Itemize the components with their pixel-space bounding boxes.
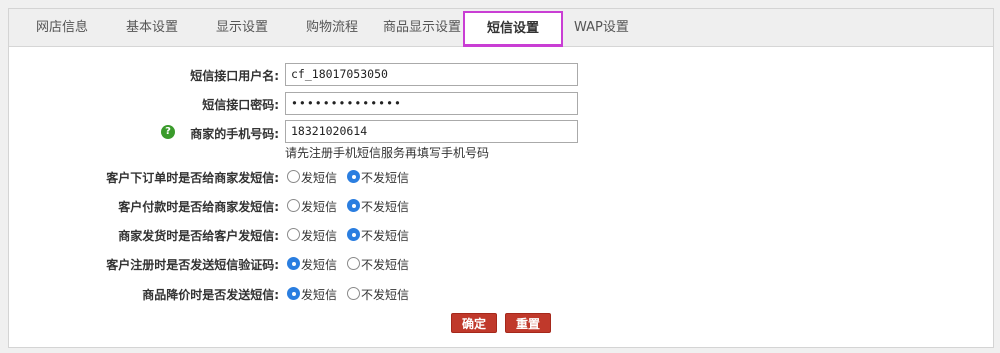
- radio-send-sms-label[interactable]: 发短信: [301, 286, 337, 303]
- tab-wap-settings[interactable]: WAP设置: [574, 9, 629, 47]
- radio-send-sms-label[interactable]: 发短信: [301, 227, 337, 244]
- radio-send-sms[interactable]: [287, 170, 300, 183]
- radio-no-sms-label[interactable]: 不发短信: [361, 227, 409, 244]
- radio-no-sms-label[interactable]: 不发短信: [361, 169, 409, 186]
- tab-shopping-flow[interactable]: 购物流程: [306, 9, 358, 47]
- sms-option-label: 客户注册时是否发送短信验证码:: [106, 258, 279, 272]
- radio-no-sms[interactable]: [347, 199, 360, 212]
- sms-password-input[interactable]: ••••••••••••••: [285, 92, 578, 115]
- radio-no-sms[interactable]: [347, 257, 360, 270]
- radio-send-sms-label[interactable]: 发短信: [301, 256, 337, 273]
- confirm-button[interactable]: 确定: [451, 313, 498, 333]
- merchant-phone-input[interactable]: 18321020614: [285, 120, 578, 143]
- radio-send-sms[interactable]: [287, 228, 300, 241]
- sms-password-label: 短信接口密码:: [202, 98, 279, 112]
- sms-username-label: 短信接口用户名:: [190, 69, 279, 83]
- tab-product-display-settings[interactable]: 商品显示设置: [383, 9, 461, 47]
- radio-send-sms[interactable]: [287, 257, 300, 270]
- radio-no-sms[interactable]: [347, 287, 360, 300]
- tab-bar: 网店信息 基本设置 显示设置 购物流程 商品显示设置 短信设置 WAP设置: [9, 9, 993, 47]
- radio-send-sms[interactable]: [287, 199, 300, 212]
- sms-option-label: 客户下订单时是否给商家发短信:: [106, 171, 279, 185]
- merchant-phone-hint: 请先注册手机短信服务再填写手机号码: [285, 146, 490, 160]
- radio-no-sms-label[interactable]: 不发短信: [361, 256, 409, 273]
- merchant-phone-label: 商家的手机号码:: [190, 127, 279, 141]
- sms-username-input[interactable]: cf_18017053050: [285, 63, 578, 86]
- radio-no-sms-label[interactable]: 不发短信: [361, 286, 409, 303]
- tab-shop-info[interactable]: 网店信息: [36, 9, 88, 47]
- sms-option-label: 客户付款时是否给商家发短信:: [118, 200, 279, 214]
- tab-display-settings[interactable]: 显示设置: [216, 9, 268, 47]
- radio-no-sms[interactable]: [347, 170, 360, 183]
- reset-button[interactable]: 重置: [505, 313, 552, 333]
- settings-panel: 网店信息 基本设置 显示设置 购物流程 商品显示设置 短信设置 WAP设置 短信…: [8, 8, 994, 348]
- tab-sms-settings[interactable]: 短信设置: [463, 11, 564, 47]
- radio-send-sms[interactable]: [287, 287, 300, 300]
- radio-no-sms-label[interactable]: 不发短信: [361, 198, 409, 215]
- sms-option-label: 商家发货时是否给客户发短信:: [118, 229, 279, 243]
- radio-send-sms-label[interactable]: 发短信: [301, 198, 337, 215]
- radio-send-sms-label[interactable]: 发短信: [301, 169, 337, 186]
- tab-basic-settings[interactable]: 基本设置: [126, 9, 178, 47]
- sms-option-label: 商品降价时是否发送短信:: [142, 288, 279, 302]
- radio-no-sms[interactable]: [347, 228, 360, 241]
